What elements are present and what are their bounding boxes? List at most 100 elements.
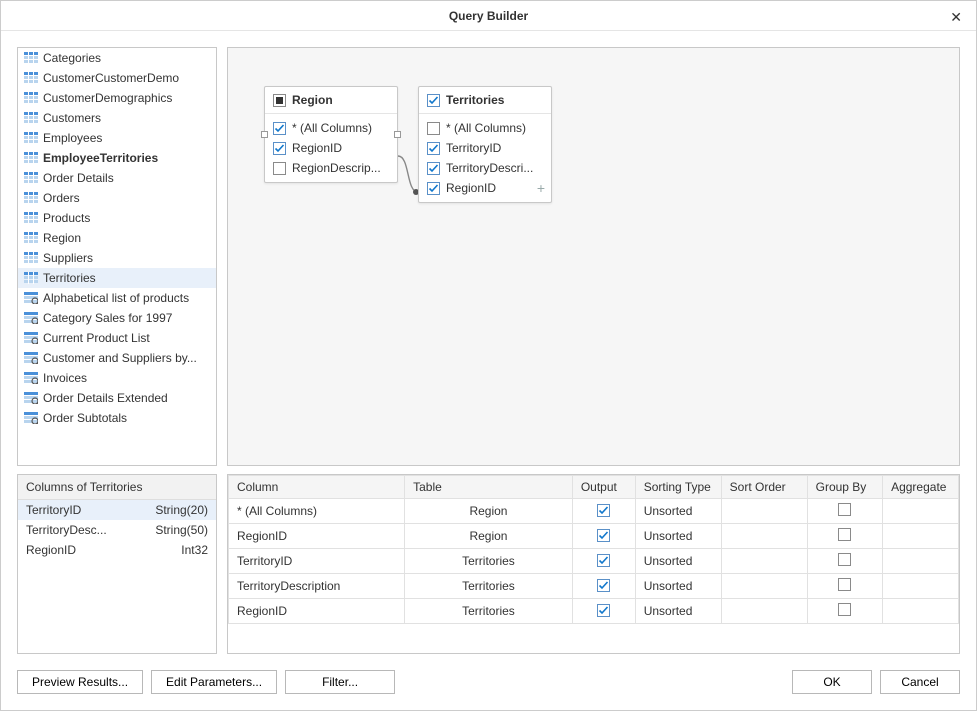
grid-cell[interactable]: RegionID [229,524,405,549]
grid-cell[interactable]: Region [405,524,573,549]
node-column-row[interactable]: TerritoryDescri... [419,158,551,178]
grid-header-cell[interactable]: Table [405,476,573,499]
node-header-checkbox[interactable] [273,94,286,107]
grid-checkbox[interactable] [838,528,851,541]
table-item[interactable]: Customers [18,108,216,128]
columns-grid[interactable]: ColumnTableOutputSorting TypeSort OrderG… [228,475,959,624]
table-item[interactable]: Region [18,228,216,248]
table-item[interactable]: Orders [18,188,216,208]
grid-cell[interactable]: TerritoryID [229,549,405,574]
grid-cell[interactable] [807,599,882,624]
grid-cell[interactable] [807,499,882,524]
table-item[interactable]: Category Sales for 1997 [18,308,216,328]
grid-cell[interactable] [572,549,635,574]
table-item[interactable]: Territories [18,268,216,288]
grid-row[interactable]: RegionIDRegion Unsorted [229,524,959,549]
table-item[interactable]: Customer and Suppliers by... [18,348,216,368]
table-item[interactable]: EmployeeTerritories [18,148,216,168]
grid-cell[interactable] [721,499,807,524]
grid-row[interactable]: TerritoryDescriptionTerritories Unsorted [229,574,959,599]
table-item[interactable]: CustomerCustomerDemo [18,68,216,88]
ok-button[interactable]: OK [792,670,872,694]
table-item[interactable]: CustomerDemographics [18,88,216,108]
grid-cell[interactable]: RegionID [229,599,405,624]
grid-checkbox[interactable] [838,553,851,566]
node-column-row[interactable]: * (All Columns) [419,118,551,138]
node-header[interactable]: Territories [419,87,551,114]
grid-row[interactable]: TerritoryIDTerritories Unsorted [229,549,959,574]
grid-cell[interactable] [721,524,807,549]
table-item[interactable]: Current Product List [18,328,216,348]
filter-button[interactable]: Filter... [285,670,395,694]
grid-cell[interactable]: Unsorted [635,524,721,549]
table-item[interactable]: Categories [18,48,216,68]
node-column-row[interactable]: * (All Columns) [265,118,397,138]
column-checkbox[interactable] [427,122,440,135]
table-item[interactable]: Order Subtotals [18,408,216,428]
grid-cell[interactable] [807,524,882,549]
node-column-row[interactable]: RegionDescrip... [265,158,397,178]
node-header[interactable]: Region [265,87,397,114]
grid-cell[interactable]: Territories [405,599,573,624]
grid-cell[interactable]: Unsorted [635,549,721,574]
table-item[interactable]: Order Details [18,168,216,188]
node-column-row[interactable]: RegionID+ [419,178,551,198]
grid-header-cell[interactable]: Group By [807,476,882,499]
grid-cell[interactable] [883,549,959,574]
column-checkbox[interactable] [427,162,440,175]
grid-cell[interactable] [883,599,959,624]
grid-checkbox[interactable] [838,578,851,591]
table-item[interactable]: Employees [18,128,216,148]
port[interactable] [261,131,268,138]
column-checkbox[interactable] [427,142,440,155]
design-canvas[interactable]: Region* (All Columns)RegionIDRegionDescr… [227,47,960,466]
grid-checkbox[interactable] [597,604,610,617]
table-item[interactable]: Invoices [18,368,216,388]
node-header-checkbox[interactable] [427,94,440,107]
grid-cell[interactable]: Unsorted [635,574,721,599]
grid-header-cell[interactable]: Sorting Type [635,476,721,499]
grid-cell[interactable] [721,574,807,599]
grid-cell[interactable] [572,524,635,549]
table-item[interactable]: Products [18,208,216,228]
grid-row[interactable]: RegionIDTerritories Unsorted [229,599,959,624]
node-column-row[interactable]: RegionID [265,138,397,158]
port[interactable] [394,131,401,138]
edit-parameters-button[interactable]: Edit Parameters... [151,670,277,694]
grid-cell[interactable] [572,599,635,624]
grid-checkbox[interactable] [597,554,610,567]
column-info-row[interactable]: TerritoryIDString(20) [18,500,216,520]
grid-cell[interactable] [883,524,959,549]
tables-list[interactable]: CategoriesCustomerCustomerDemoCustomerDe… [18,48,216,428]
column-checkbox[interactable] [273,142,286,155]
grid-cell[interactable]: TerritoryDescription [229,574,405,599]
grid-cell[interactable]: Unsorted [635,599,721,624]
grid-cell[interactable] [807,574,882,599]
node-territories[interactable]: Territories * (All Columns)TerritoryIDTer… [418,86,552,203]
column-checkbox[interactable] [273,162,286,175]
grid-cell[interactable] [883,574,959,599]
grid-cell[interactable] [721,549,807,574]
grid-cell[interactable]: Territories [405,574,573,599]
table-item[interactable]: Order Details Extended [18,388,216,408]
grid-checkbox[interactable] [838,603,851,616]
grid-header-cell[interactable]: Aggregate [883,476,959,499]
grid-cell[interactable]: Territories [405,549,573,574]
column-checkbox[interactable] [427,182,440,195]
node-column-row[interactable]: TerritoryID [419,138,551,158]
grid-cell[interactable]: Region [405,499,573,524]
add-column-icon[interactable]: + [537,181,545,195]
preview-results-button[interactable]: Preview Results... [17,670,143,694]
grid-cell[interactable] [572,499,635,524]
table-item[interactable]: Alphabetical list of products [18,288,216,308]
grid-checkbox[interactable] [597,504,610,517]
table-item[interactable]: Suppliers [18,248,216,268]
columns-panel-body[interactable]: TerritoryIDString(20)TerritoryDesc...Str… [18,500,216,560]
grid-cell[interactable] [807,549,882,574]
column-info-row[interactable]: RegionIDInt32 [18,540,216,560]
column-checkbox[interactable] [273,122,286,135]
column-info-row[interactable]: TerritoryDesc...String(50) [18,520,216,540]
node-region[interactable]: Region * (All Columns)RegionIDRegionDescr… [264,86,398,183]
close-icon[interactable]: ✕ [944,7,968,28]
grid-cell[interactable]: * (All Columns) [229,499,405,524]
